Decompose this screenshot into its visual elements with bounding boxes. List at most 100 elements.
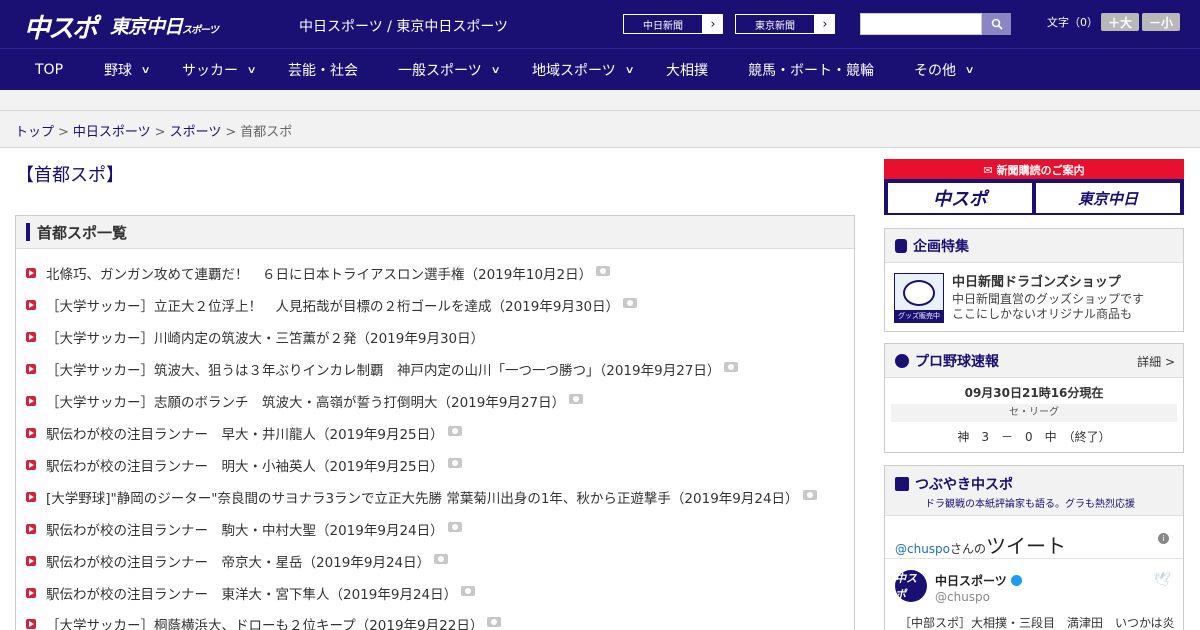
nav-item-other[interactable]: その他∨ <box>914 49 973 91</box>
list-item[interactable]: 北條巧、ガンガン攻めて連覇だ！ ６日に日本トライアスロン選手権（2019年10月… <box>26 262 610 284</box>
subscribe-tokyo-button[interactable]: 東京中日 <box>1036 183 1180 213</box>
breadcrumb-separator: > <box>58 125 69 140</box>
info-icon[interactable]: i <box>1158 533 1169 544</box>
subscription-banner[interactable]: ✉新聞購読のご案内 中スポ 東京中日 <box>884 159 1184 215</box>
list-item[interactable]: 駅伝わが校の注目ランナー 駒大・中村大聖（2019年9月24日） <box>26 518 462 540</box>
list-item[interactable]: ［大学サッカー］筑波大、狙うは３年ぶりインカレ制覇 神戸内定の山川「一つ一つ勝つ… <box>26 358 738 380</box>
nav-item-top[interactable]: TOP <box>35 49 63 91</box>
play-bullet-icon <box>26 460 36 470</box>
special-feature-header: 企画特集 <box>885 229 1183 263</box>
article-link[interactable]: 駅伝わが校の注目ランナー 駒大・中村大聖（2019年9月24日） <box>46 519 444 539</box>
font-size-large-button[interactable]: ＋大 <box>1101 13 1139 31</box>
tokyo-logo-small: スポーツ <box>182 25 218 36</box>
dragons-shop-link[interactable]: 中日新聞ドラゴンズショップ <box>952 271 1121 290</box>
list-item[interactable]: 駅伝わが校の注目ランナー 帝京大・星岳（2019年9月24日） <box>26 550 448 572</box>
article-link[interactable]: 北條巧、ガンガン攻めて連覇だ！ ６日に日本トライアスロン選手権（2019年10月… <box>46 263 592 283</box>
tokyo-chunichi-logo[interactable]: 東京中日スポーツ <box>110 12 218 39</box>
twitter-bird-icon[interactable]: 🕊 <box>1153 572 1171 588</box>
newspaper-icon: ✉ <box>983 164 992 177</box>
chunichi-shimbun-button[interactable]: 中日新聞 › <box>622 13 724 35</box>
breadcrumb-sports-link[interactable]: スポーツ <box>170 125 222 140</box>
tweet-author-name[interactable]: 中日スポーツ <box>935 572 1022 589</box>
dragons-shop-image[interactable]: グッズ販売中 <box>894 273 944 323</box>
tokyo-shimbun-button[interactable]: 東京新聞 › <box>734 13 836 35</box>
list-item[interactable]: [大学野球]"静岡のジーター"奈良間のサヨナラ3ランで立正大先勝 常葉菊川出身の… <box>26 486 817 508</box>
avatar[interactable]: 中スポ <box>895 570 927 602</box>
nav-item-soccer[interactable]: サッカー∨ <box>182 49 255 91</box>
nav-item-regional-sports[interactable]: 地域スポーツ∨ <box>532 49 633 91</box>
twitter-header: つぶやき中スポ ドラ観戦の本紙評論家も語る。グラも熱烈応援 <box>885 466 1183 516</box>
article-link[interactable]: 駅伝わが校の注目ランナー 帝京大・星岳（2019年9月24日） <box>46 551 430 571</box>
nav-item-racing[interactable]: 競馬・ボート・競輪 <box>748 49 874 91</box>
article-link[interactable]: ［大学サッカー］川崎内定の筑波大・三笘薫が２発（2019年9月30日） <box>46 327 484 347</box>
twitter-box: つぶやき中スポ ドラ観戦の本紙評論家も語る。グラも熱烈応援 @chuspoさんの… <box>884 465 1184 630</box>
camera-icon <box>448 458 462 468</box>
article-list-box: 首都スポ一覧 北條巧、ガンガン攻めて連覇だ！ ６日に日本トライアスロン選手権（2… <box>15 215 855 630</box>
article-link[interactable]: ［大学サッカー］筑波大、狙うは３年ぶりインカレ制覇 神戸内定の山川「一つ一つ勝つ… <box>46 359 720 379</box>
breadcrumb-chunichi-link[interactable]: 中日スポーツ <box>73 125 151 140</box>
subscribe-chuspo-button[interactable]: 中スポ <box>888 183 1032 213</box>
special-feature-box: 企画特集 グッズ販売中 中日新聞ドラゴンズショップ 中日新聞直営のグッズショップ… <box>884 228 1184 332</box>
chevron-down-icon: ∨ <box>490 65 500 76</box>
baseball-header: プロ野球速報 詳細 > <box>885 344 1183 378</box>
baseball-title: プロ野球速報 <box>915 351 999 371</box>
nav-item-sumo[interactable]: 大相撲 <box>666 49 708 91</box>
list-item[interactable]: 駅伝わが校の注目ランナー 東洋大・宮下隼人（2019年9月24日） <box>26 582 475 604</box>
article-link[interactable]: ［大学サッカー］志願のボランチ 筑波大・高嶺が誓う打倒明大（2019年9月27日… <box>46 391 565 411</box>
tweet-author-text: 中日スポーツ <box>935 574 1007 588</box>
play-bullet-icon <box>26 524 36 534</box>
tokyo-shimbun-label: 東京新聞 <box>735 14 815 34</box>
special-feature-title: 企画特集 <box>913 236 969 256</box>
list-item[interactable]: ［大学サッカー］桐蔭横浜大、ドローも２位キープ（2019年9月22日） <box>26 613 501 630</box>
baseball-timestamp: 09月30日21時16分現在 <box>885 384 1183 401</box>
mascot-icon <box>903 280 935 306</box>
search-input[interactable] <box>860 13 982 35</box>
desc-line: ここにしかないオリジナル商品も <box>952 307 1144 322</box>
divider <box>885 558 1183 559</box>
nav-item-general-sports[interactable]: 一般スポーツ∨ <box>398 49 499 91</box>
twitter-handle-link[interactable]: @chuspo <box>895 542 950 556</box>
nav-label: 競馬・ボート・競輪 <box>748 60 874 80</box>
list-item[interactable]: ［大学サッカー］志願のボランチ 筑波大・高嶺が誓う打倒明大（2019年9月27日… <box>26 390 583 412</box>
nav-item-entertainment[interactable]: 芸能・社会 <box>288 49 358 91</box>
list-item[interactable]: ［大学サッカー］立正大２位浮上！ 人見拓哉が目標の２桁ゴールを達成（2019年9… <box>26 294 637 316</box>
baseball-icon <box>895 354 909 368</box>
verified-icon <box>1011 575 1022 586</box>
play-bullet-icon <box>26 619 36 629</box>
list-item[interactable]: 駅伝わが校の注目ランナー 早大・井川龍人（2019年9月25日） <box>26 422 462 444</box>
goods-tag: グッズ販売中 <box>895 310 943 322</box>
article-link[interactable]: 駅伝わが校の注目ランナー 早大・井川龍人（2019年9月25日） <box>46 423 444 443</box>
play-bullet-icon <box>26 556 36 566</box>
breadcrumb-top-link[interactable]: トップ <box>15 125 54 140</box>
breadcrumb-separator: > <box>225 125 236 140</box>
chunichi-shimbun-label: 中日新聞 <box>623 14 703 34</box>
article-link[interactable]: 駅伝わが校の注目ランナー 東洋大・宮下隼人（2019年9月24日） <box>46 583 457 603</box>
site-names: 中日スポーツ / 東京中日スポーツ <box>299 16 508 36</box>
divider <box>0 147 1200 148</box>
nav-label: サッカー <box>182 60 238 80</box>
nav-label: 芸能・社会 <box>288 60 358 80</box>
tokyo-logo-text: 東京中日 <box>110 16 182 38</box>
font-size-small-button[interactable]: －小 <box>1142 13 1180 31</box>
list-item[interactable]: 駅伝わが校の注目ランナー 明大・小袖英人（2019年9月25日） <box>26 454 462 476</box>
nav-label: 地域スポーツ <box>532 60 616 80</box>
play-bullet-icon <box>26 492 36 502</box>
article-link[interactable]: ［大学サッカー］桐蔭横浜大、ドローも２位キープ（2019年9月22日） <box>46 614 483 630</box>
play-bullet-icon <box>26 268 36 278</box>
search-button[interactable] <box>982 13 1011 35</box>
baseball-detail-link[interactable]: 詳細 > <box>1137 353 1175 370</box>
camera-icon <box>623 298 637 308</box>
camera-icon <box>569 394 583 404</box>
page-title: 【首都スポ】 <box>16 161 124 187</box>
baseball-score[interactable]: 神 3 － 0 中 （終了） <box>885 428 1183 445</box>
article-link[interactable]: 駅伝わが校の注目ランナー 明大・小袖英人（2019年9月25日） <box>46 455 444 475</box>
camera-icon <box>724 362 738 372</box>
article-link[interactable]: [大学野球]"静岡のジーター"奈良間のサヨナラ3ランで立正大先勝 常葉菊川出身の… <box>46 487 799 507</box>
tweet-author-handle[interactable]: @chuspo <box>935 590 990 604</box>
chevron-right-icon: › <box>815 14 835 34</box>
camera-icon <box>487 617 501 627</box>
nav-item-baseball[interactable]: 野球∨ <box>104 49 149 91</box>
chuspo-logo[interactable]: 中スポ <box>24 8 96 45</box>
list-item[interactable]: ［大学サッカー］川崎内定の筑波大・三笘薫が２発（2019年9月30日） <box>26 326 484 348</box>
article-link[interactable]: ［大学サッカー］立正大２位浮上！ 人見拓哉が目標の２桁ゴールを達成（2019年9… <box>46 295 619 315</box>
